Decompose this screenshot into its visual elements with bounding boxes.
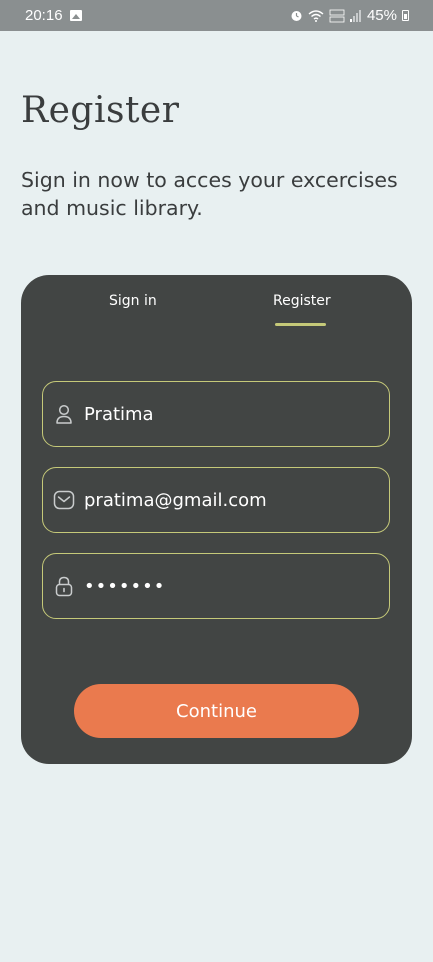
email-field[interactable]	[42, 467, 390, 533]
gallery-icon	[70, 10, 82, 21]
tab-sign-in[interactable]: Sign in	[109, 293, 157, 309]
auth-card: Sign in Register Continue	[21, 275, 412, 764]
email-input[interactable]	[84, 468, 374, 532]
name-input[interactable]	[84, 382, 374, 446]
alarm-icon	[291, 11, 302, 21]
lock-icon	[55, 576, 73, 597]
password-field[interactable]	[42, 553, 390, 619]
page-subtitle: Sign in now to acces your excercises and…	[21, 168, 398, 220]
battery-percentage: 45%	[366, 7, 397, 24]
active-tab-indicator	[275, 323, 326, 326]
page-title: Register	[21, 90, 180, 131]
mail-icon	[53, 490, 75, 510]
wifi-icon	[308, 10, 324, 22]
password-input[interactable]	[84, 554, 374, 618]
status-bar: 20:16 45%	[0, 0, 433, 31]
user-icon	[56, 404, 72, 424]
status-time: 20:16	[25, 7, 63, 24]
tab-register[interactable]: Register	[273, 293, 331, 309]
name-field[interactable]	[42, 381, 390, 447]
status-indicators: 45%	[290, 7, 409, 24]
volte-lte-icon	[329, 9, 345, 22]
continue-button[interactable]: Continue	[74, 684, 359, 738]
signal-icon	[349, 9, 361, 22]
battery-icon	[402, 10, 409, 21]
